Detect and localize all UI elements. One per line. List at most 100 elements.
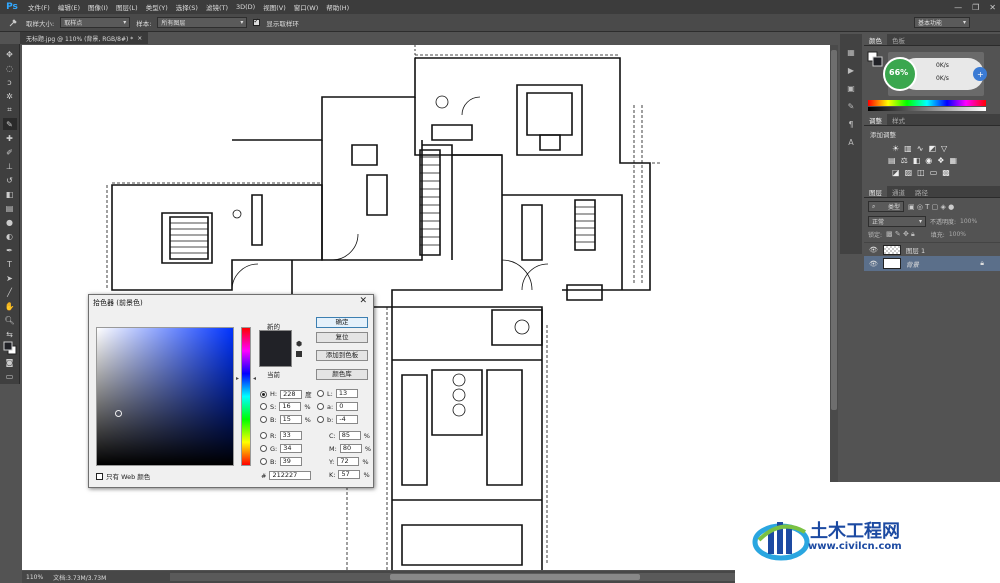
menu-layer[interactable]: 图层(L) bbox=[112, 2, 142, 12]
lab-a-input[interactable]: 0 bbox=[336, 402, 359, 411]
menu-filter[interactable]: 滤镜(T) bbox=[202, 2, 232, 12]
lab-b-radio[interactable] bbox=[317, 416, 324, 423]
close-icon[interactable]: ✕ bbox=[359, 296, 367, 306]
channel-mixer-icon[interactable]: ❖ bbox=[937, 156, 944, 165]
eye-icon[interactable]: 👁︎ bbox=[869, 260, 878, 268]
invert-icon[interactable]: ◪ bbox=[892, 168, 900, 177]
tab-adjustments[interactable]: 调整 bbox=[864, 114, 887, 125]
web-only-checkbox[interactable] bbox=[96, 472, 103, 480]
eyedropper-preset-icon[interactable] bbox=[6, 17, 20, 29]
vibrance-icon[interactable]: ▽ bbox=[941, 144, 947, 153]
saturation-input[interactable]: 16 bbox=[279, 402, 302, 411]
dodge-tool-icon[interactable]: ◐ bbox=[3, 230, 17, 242]
close-icon[interactable]: × bbox=[137, 35, 142, 42]
tab-swatches[interactable]: 色板 bbox=[887, 34, 910, 45]
lab-a-radio[interactable] bbox=[317, 403, 324, 410]
brightness-radio[interactable] bbox=[260, 416, 267, 423]
crop-tool-icon[interactable]: ⌗ bbox=[3, 104, 17, 116]
fill-value[interactable]: 100% bbox=[949, 231, 966, 238]
blur-tool-icon[interactable]: ● bbox=[3, 216, 17, 228]
add-to-swatches-button[interactable]: 添加到色板 bbox=[316, 350, 368, 361]
posterize-icon[interactable]: ▨ bbox=[905, 168, 913, 177]
minimize-button[interactable]: — bbox=[954, 3, 962, 12]
green-radio[interactable] bbox=[260, 445, 267, 452]
tab-styles[interactable]: 样式 bbox=[887, 114, 910, 125]
properties-icon[interactable]: ▣ bbox=[844, 82, 858, 94]
lasso-tool-icon[interactable]: ↄ bbox=[3, 76, 17, 88]
saturation-radio[interactable] bbox=[260, 403, 267, 410]
photo-filter-icon[interactable]: ◉ bbox=[925, 156, 932, 165]
black-white-icon[interactable]: ◧ bbox=[913, 156, 921, 165]
eye-icon[interactable]: 👁︎ bbox=[869, 246, 878, 254]
menu-view[interactable]: 视图(V) bbox=[259, 2, 290, 12]
cube-icon[interactable]: ⬢ bbox=[296, 340, 302, 348]
character-icon[interactable]: A bbox=[844, 136, 858, 148]
menu-type[interactable]: 类型(Y) bbox=[142, 2, 172, 12]
vertical-scrollbar-thumb[interactable] bbox=[831, 50, 837, 410]
levels-icon[interactable]: ▥ bbox=[904, 144, 912, 153]
hand-tool-icon[interactable]: ✋ bbox=[3, 300, 17, 312]
opacity-value[interactable]: 100% bbox=[960, 218, 977, 225]
blend-mode-select[interactable]: 正常 ▾ bbox=[868, 216, 926, 227]
lock-icons[interactable]: ▩ ✎ ✥ 🔒︎ bbox=[886, 230, 915, 239]
workspace-select[interactable]: 基本功能 ▾ bbox=[914, 17, 970, 28]
hue-slider-right-arrow-icon[interactable]: ◂ bbox=[253, 375, 256, 382]
move-tool-icon[interactable]: ✥ bbox=[3, 48, 17, 60]
red-input[interactable]: 33 bbox=[279, 431, 302, 440]
red-radio[interactable] bbox=[260, 432, 267, 439]
maximize-button[interactable]: ❐ bbox=[972, 3, 979, 12]
exposure-icon[interactable]: ◩ bbox=[928, 144, 936, 153]
saturation-brightness-field[interactable] bbox=[96, 327, 234, 466]
menu-help[interactable]: 帮助(H) bbox=[322, 2, 353, 12]
lab-l-input[interactable]: 13 bbox=[335, 389, 358, 398]
paragraph-icon[interactable]: ¶ bbox=[844, 118, 858, 130]
marquee-tool-icon[interactable]: ◌ bbox=[3, 62, 17, 74]
healing-brush-tool-icon[interactable]: ✚ bbox=[3, 132, 17, 144]
current-color-swatch[interactable] bbox=[259, 349, 292, 367]
green-input[interactable]: 34 bbox=[280, 444, 303, 453]
close-button[interactable]: ✕ bbox=[989, 3, 996, 12]
yellow-input[interactable]: 72 bbox=[337, 457, 360, 466]
menu-edit[interactable]: 编辑(E) bbox=[54, 2, 84, 12]
screen-mode-icon[interactable]: ▭ bbox=[3, 370, 17, 382]
web-safe-icon[interactable] bbox=[296, 351, 302, 357]
menu-window[interactable]: 窗口(W) bbox=[290, 2, 323, 12]
horizontal-scrollbar-thumb[interactable] bbox=[390, 574, 640, 580]
tab-channels[interactable]: 通道 bbox=[887, 186, 910, 197]
selective-color-icon[interactable]: ▩ bbox=[942, 168, 950, 177]
foreground-background-icon[interactable] bbox=[3, 341, 17, 355]
cyan-input[interactable]: 85 bbox=[338, 431, 361, 440]
tab-color[interactable]: 颜色 bbox=[864, 34, 887, 45]
tab-paths[interactable]: 路径 bbox=[910, 186, 933, 197]
curves-icon[interactable]: ∿ bbox=[917, 144, 924, 153]
ok-button[interactable]: 确定 bbox=[316, 317, 368, 328]
color-libraries-button[interactable]: 颜色库 bbox=[316, 369, 368, 380]
sample-size-select[interactable]: 取样点 ▾ bbox=[60, 17, 131, 28]
history-brush-tool-icon[interactable]: ↺ bbox=[3, 174, 17, 186]
gradient-map-icon[interactable]: ▭ bbox=[930, 168, 938, 177]
quick-mask-icon[interactable]: ◙ bbox=[3, 356, 17, 368]
zoom-level[interactable]: 110% bbox=[26, 574, 43, 581]
color-cursor[interactable] bbox=[115, 410, 122, 417]
eraser-tool-icon[interactable]: ◧ bbox=[3, 188, 17, 200]
magenta-input[interactable]: 80 bbox=[339, 444, 362, 453]
menu-image[interactable]: 图像(I) bbox=[84, 2, 112, 12]
layer-row[interactable]: 👁︎ 图层 1 bbox=[864, 242, 1000, 256]
color-lookup-icon[interactable]: ▦ bbox=[949, 156, 957, 165]
lab-l-radio[interactable] bbox=[317, 390, 324, 397]
menu-select[interactable]: 选择(S) bbox=[172, 2, 202, 12]
hue-slider[interactable] bbox=[241, 327, 251, 466]
sample-select[interactable]: 所有图层 ▾ bbox=[157, 17, 248, 28]
eyedropper-tool-icon[interactable]: ✎ bbox=[2, 118, 17, 130]
brightness-input[interactable]: 15 bbox=[279, 415, 302, 424]
menu-3d[interactable]: 3D(D) bbox=[232, 3, 259, 11]
hue-radio[interactable] bbox=[260, 390, 267, 398]
black-input[interactable]: 57 bbox=[338, 470, 361, 479]
pen-tool-icon[interactable]: ✒ bbox=[3, 244, 17, 256]
magic-wand-tool-icon[interactable]: ✲ bbox=[3, 90, 17, 102]
filter-icons[interactable]: ▣ ◎ T ▢ ◈ ● bbox=[908, 203, 954, 211]
layer-filter-select[interactable]: ⌕ 类型 bbox=[868, 201, 904, 212]
layer-row[interactable]: 👁︎ 背景 🔒︎ bbox=[864, 256, 1000, 271]
zoom-tool-icon[interactable]: 🔍︎ bbox=[3, 314, 17, 326]
line-tool-icon[interactable]: ╱ bbox=[3, 286, 17, 298]
